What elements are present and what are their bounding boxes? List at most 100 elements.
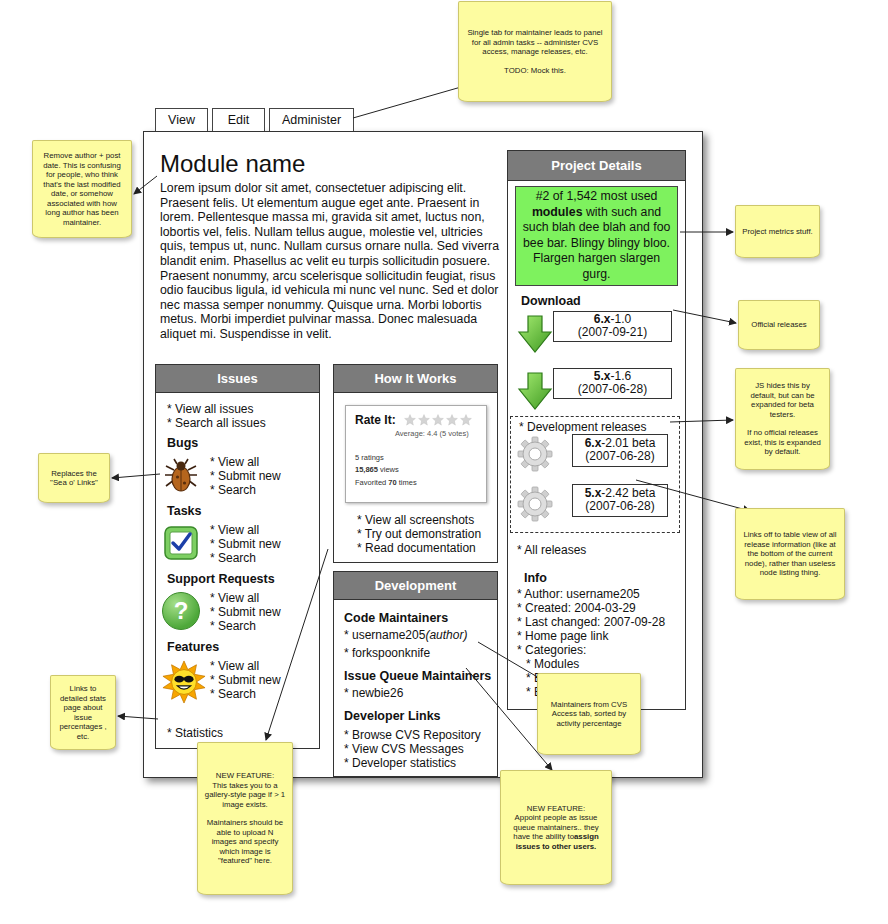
note-paragraph: Project metrics stuff. [742, 227, 813, 237]
group-link[interactable]: * Submit new [210, 673, 281, 687]
all-releases-link[interactable]: * All releases [517, 543, 685, 557]
rating-widget: Rate It:Average: 4.4 (5 votes)5 ratings1… [345, 405, 487, 503]
group-row: * View all* Submit new* Search [162, 658, 313, 704]
sticky-note: Links to detailed stats page about issue… [50, 675, 116, 750]
group-link[interactable]: * Submit new [210, 537, 281, 551]
note-paragraph: Replaces the "Sea o' Links" [45, 469, 103, 488]
group-link[interactable]: * Submit new [210, 605, 281, 619]
release-box[interactable]: 6.x-2.01 beta(2007-06-28) [572, 434, 668, 467]
dev-item[interactable]: * Developer statistics [344, 756, 493, 770]
stat-text: 70 [388, 478, 396, 487]
star-icon[interactable] [418, 414, 430, 426]
annotation-arrow [636, 480, 750, 511]
info-title: Info [524, 571, 685, 585]
group-links: * View all* Submit new* Search [210, 522, 281, 565]
project-metrics: #2 of 1,542 most used modules with such … [515, 186, 678, 286]
group-links: * View all* Submit new* Search [210, 658, 281, 701]
tab[interactable]: View [155, 108, 208, 131]
release-number: -2.42 beta [601, 486, 655, 500]
group-link[interactable]: * Search [210, 551, 281, 565]
author-note: (author) [425, 628, 467, 642]
release-branch: 5.x [585, 486, 602, 500]
info-item: * Author: username205 [517, 587, 685, 601]
group-name: Features [167, 639, 313, 655]
issue-group: Tasks * View all* Submit new* Search [167, 503, 313, 566]
tab-bar: ViewEditAdminister [143, 108, 703, 131]
bug-icon [162, 456, 200, 494]
download-arrow-icon[interactable] [517, 315, 553, 353]
wireframe-canvas: ViewEditAdminister Module nameLorem ipsum… [0, 0, 888, 924]
main-column: Module nameLorem ipsum dolor sit amet, c… [155, 150, 498, 777]
dev-item[interactable]: * newbie26 [344, 684, 493, 702]
sticky-note: Project metrics stuff. [735, 205, 820, 258]
release-number: -2.01 beta [601, 436, 655, 450]
star-icon[interactable] [432, 414, 444, 426]
stat-line: 15,865 views [355, 464, 480, 477]
group-link[interactable]: * View all [210, 523, 281, 537]
release-row: 6.x-1.0(2007-09-21) [517, 311, 685, 353]
how-link[interactable]: * Read documentation [357, 541, 493, 555]
help-icon: ? [162, 592, 200, 630]
group-link[interactable]: * View all [210, 591, 281, 605]
metrics-text: modules [532, 205, 583, 219]
middle-column: How It Works Rate It:Average: 4.4 (5 vote… [333, 364, 498, 777]
stat-text: 5 ratings [355, 453, 384, 462]
tab[interactable]: Edit [212, 108, 265, 131]
group-link[interactable]: * Search [210, 483, 281, 497]
help-glyph: ? [174, 599, 189, 623]
note-line: Links to detailed stats page about issue… [59, 684, 106, 741]
sun-icon [162, 660, 206, 704]
category-link[interactable]: * Modules [517, 657, 685, 671]
release-branch: 6.x [594, 312, 611, 326]
star-icon[interactable] [460, 414, 472, 426]
group-link[interactable]: * Search [210, 687, 281, 701]
star-icon[interactable] [404, 414, 416, 426]
release-version: 6.x-2.01 beta [573, 437, 667, 450]
group-link[interactable]: * Search [210, 619, 281, 633]
development-releases-toggle[interactable]: * Development releases [517, 420, 675, 434]
stat-text: 15,865 [355, 465, 378, 474]
dev-item[interactable]: * forkspoonknife [344, 644, 493, 662]
panel-header: Development [334, 572, 497, 600]
release-box[interactable]: 5.x-2.42 beta(2007-06-28) [572, 484, 668, 517]
note-paragraph: Links off to table view of all release i… [742, 530, 838, 578]
gear-icon[interactable] [517, 436, 553, 472]
issues-body: * View all issues* Search all issuesBugs… [156, 393, 319, 748]
release-box[interactable]: 6.x-1.0(2007-09-21) [553, 311, 672, 342]
info-item: * Categories: [517, 643, 685, 657]
how-link[interactable]: * Try out demonstration [357, 527, 493, 541]
dev-section-title: Developer Links [344, 708, 493, 724]
star-icon[interactable] [446, 414, 458, 426]
release-branch: 6.x [585, 436, 602, 450]
tab[interactable]: Administer [269, 108, 354, 131]
release-box[interactable]: 5.x-1.6(2007-06-28) [553, 368, 672, 399]
panel-header: How It Works [334, 365, 497, 393]
dev-item[interactable]: * username205(author) [344, 626, 493, 644]
rate-label: Rate It: [355, 413, 396, 427]
group-name: Tasks [167, 503, 313, 519]
official-releases: 6.x-1.0(2007-09-21) 5.x-1.6(2007-06-28) [508, 311, 685, 410]
dev-item[interactable]: * Browse CVS Repository [344, 728, 493, 742]
development-panel: DevelopmentCode Maintainers* username205… [333, 571, 498, 777]
issue-link[interactable]: * Search all issues [167, 416, 313, 430]
how-link[interactable]: * View all screenshots [357, 513, 493, 527]
sticky-note: Links off to table view of all release i… [735, 508, 845, 600]
issue-link[interactable]: * View all issues [167, 402, 313, 416]
dev-item[interactable]: * View CVS Messages [344, 742, 493, 756]
panel-header: Issues [156, 365, 319, 393]
download-arrow-icon[interactable] [517, 372, 553, 410]
sticky-note: Single tab for maintainer leads to panel… [458, 1, 612, 102]
note-paragraph: Links to detailed stats page about issue… [57, 684, 109, 741]
statistics-link[interactable]: * Statistics [167, 726, 313, 740]
sticky-note: Remove author + post date. This is confu… [32, 140, 132, 238]
gear-icon[interactable] [517, 486, 553, 522]
group-link[interactable]: * Submit new [210, 469, 281, 483]
group-link[interactable]: * View all [210, 659, 281, 673]
annotation-arrow [673, 310, 736, 323]
note-paragraph: JS hides this by default, but can be exp… [742, 381, 823, 419]
group-link[interactable]: * View all [210, 455, 281, 469]
note-line: NEW FEATURE: [216, 771, 274, 780]
annotation-arrow [670, 420, 733, 422]
release-number: -1.0 [611, 312, 632, 326]
note-line: JS hides this by default, but can be exp… [750, 381, 814, 419]
